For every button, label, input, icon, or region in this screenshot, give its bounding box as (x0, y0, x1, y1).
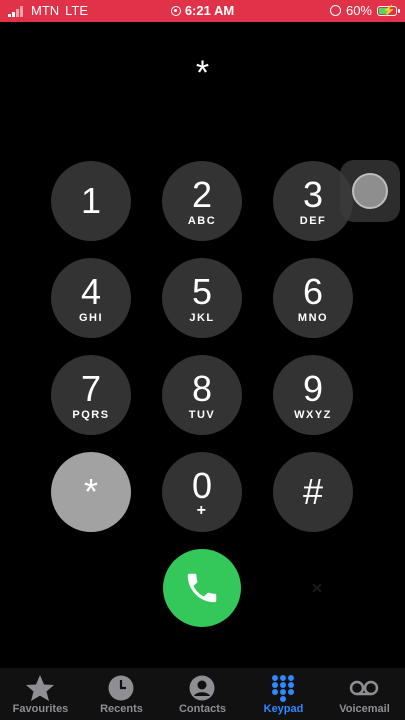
tab-label: Keypad (263, 703, 304, 715)
tab-bar: Favourites Recents Contacts Keypad Voice… (0, 668, 405, 720)
key-letters: TUV (188, 409, 216, 421)
key-digit: 1 (80, 180, 102, 221)
tab-contacts[interactable]: Contacts (162, 668, 243, 720)
screen-recording-icon (170, 6, 181, 16)
key-0[interactable]: 0 + (162, 452, 242, 532)
key-letters: WXYZ (294, 409, 332, 421)
key-letters: PQRS (72, 409, 110, 421)
call-button[interactable] (163, 549, 241, 627)
key-star[interactable]: * (51, 452, 131, 532)
key-5[interactable]: 5 JKL (162, 258, 242, 338)
assistive-touch-button[interactable] (340, 160, 400, 222)
key-8[interactable]: 8 TUV (162, 355, 242, 435)
key-digit: 8 (191, 368, 213, 409)
tab-voicemail[interactable]: Voicemail (324, 668, 405, 720)
key-letters: GHI (78, 312, 104, 324)
tab-label: Voicemail (339, 703, 390, 715)
key-7[interactable]: 7 PQRS (51, 355, 131, 435)
key-digit: # (302, 471, 324, 512)
clock-icon (108, 675, 134, 701)
dialed-number-display: * (195, 54, 210, 92)
phone-icon (187, 573, 217, 603)
person-circle-icon (189, 675, 215, 701)
tab-label: Contacts (178, 703, 227, 715)
key-letters: ABC (187, 215, 217, 227)
tab-recents[interactable]: Recents (81, 668, 162, 720)
key-digit: * (83, 471, 98, 512)
key-1[interactable]: 1 (51, 161, 131, 241)
time-label: 6:21 AM (184, 3, 235, 18)
key-2[interactable]: 2 ABC (162, 161, 242, 241)
key-letters: + (196, 502, 208, 519)
key-letters: DEF (299, 215, 327, 227)
tab-favourites[interactable]: Favourites (0, 668, 81, 720)
battery-icon: ⚡ (377, 5, 400, 17)
tab-keypad[interactable]: Keypad (243, 668, 324, 720)
key-letters: MNO (297, 312, 329, 324)
key-digit: 9 (302, 368, 324, 409)
key-digit: 7 (80, 368, 102, 409)
delete-backspace-icon[interactable] (310, 581, 324, 595)
key-6[interactable]: 6 MNO (273, 258, 353, 338)
key-9[interactable]: 9 WXYZ (273, 355, 353, 435)
key-digit: 4 (80, 271, 102, 312)
key-4[interactable]: 4 GHI (51, 258, 131, 338)
key-digit: 5 (191, 271, 213, 312)
status-bar: MTN LTE 6:21 AM 60% ⚡ (0, 0, 405, 22)
key-letters: JKL (189, 312, 215, 324)
voicemail-icon (349, 680, 379, 696)
key-digit: 6 (302, 271, 324, 312)
orientation-lock-icon (329, 5, 341, 16)
keypad-grid-icon (272, 675, 294, 702)
tab-label: Recents (100, 703, 143, 715)
status-right: 60% ⚡ (329, 3, 400, 18)
key-hash[interactable]: # (273, 452, 353, 532)
key-digit: 0 (191, 465, 213, 506)
key-digit: 2 (191, 174, 213, 215)
battery-percent: 60% (345, 3, 372, 18)
assistive-touch-icon (352, 173, 388, 209)
star-icon (26, 675, 54, 701)
tab-label: Favourites (12, 703, 69, 715)
